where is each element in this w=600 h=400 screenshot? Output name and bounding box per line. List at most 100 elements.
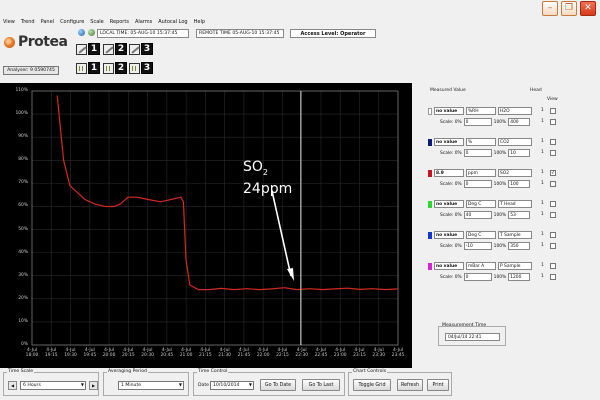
channel-view-checkbox[interactable]: [550, 139, 556, 145]
menu-alarms[interactable]: Alarms: [135, 19, 152, 25]
bar-layout-2-button[interactable]: 2: [103, 62, 127, 74]
channel-value: no value: [434, 231, 464, 239]
refresh-button[interactable]: Refresh: [397, 379, 423, 391]
print-button[interactable]: Print: [427, 379, 449, 391]
menu-help[interactable]: Help: [194, 19, 205, 25]
menu-scale[interactable]: Scale: [90, 19, 103, 25]
channel-value-row: 8.9 ppm SO2: [428, 169, 532, 177]
menu-trend[interactable]: Trend: [21, 19, 35, 25]
date-picker[interactable]: 10/10/2014 ▼: [210, 381, 254, 390]
channel-view-checkbox[interactable]: ✓: [550, 170, 556, 176]
time-scale-prev-button[interactable]: ◀: [8, 381, 17, 390]
channel-card: no value Deg CT Sample Scale: 0% -10 100% 350: [428, 231, 542, 258]
channel-name: P Sample: [498, 262, 532, 270]
scale-min-input[interactable]: 0: [463, 149, 492, 157]
minimize-button[interactable]: –: [542, 1, 558, 16]
head-header: Head: [530, 88, 542, 93]
channel-color-swatch: [428, 262, 432, 270]
channel-value: no value: [434, 200, 464, 208]
globe-icon[interactable]: [78, 29, 85, 36]
go-to-last-button[interactable]: Go To Last: [302, 379, 340, 391]
network-icon[interactable]: [88, 29, 95, 36]
menu-bar: View Trend Panel Configure Scale Reports…: [0, 18, 600, 26]
annotation-arrow-line: [271, 190, 292, 277]
toggle-grid-button[interactable]: Toggle Grid: [353, 379, 391, 391]
y-tick-label: 10%: [18, 318, 28, 324]
channel-head-number: 1: [541, 108, 544, 113]
bar-layout-3-button[interactable]: 3: [129, 62, 153, 74]
layout-number: 3: [141, 62, 153, 74]
scale-max-label: 100%: [493, 181, 507, 187]
date-value: 10/10/2014: [213, 383, 240, 388]
y-tick-label: 40%: [18, 249, 28, 255]
channel-color-swatch: [428, 200, 432, 208]
channel-view-checkbox[interactable]: [550, 274, 556, 280]
channel-card: no value% CO2 Scale: 0% 0 100% 10: [428, 138, 542, 165]
trend-chart[interactable]: 110% 100% 90% 80% 70% 60% 50% 40% 30% 20% 10% 0% 4-…: [0, 83, 412, 368]
scale-min-input[interactable]: 40: [463, 211, 492, 219]
layout-3-button[interactable]: 3: [129, 43, 153, 55]
analyser-button[interactable]: Analyser: 9 0590745: [3, 66, 59, 75]
go-to-date-button[interactable]: Go To Date: [260, 379, 296, 391]
channel-view-checkbox[interactable]: [550, 181, 556, 187]
chart-annotation: SO2 24ppm: [243, 159, 292, 197]
channel-head-number: 1: [541, 274, 544, 279]
channel-value: no value: [434, 107, 464, 115]
close-button[interactable]: ✕: [580, 1, 596, 16]
bar-layout-1-button[interactable]: 1: [76, 62, 100, 74]
menu-panel[interactable]: Panel: [41, 19, 55, 25]
scale-max-input[interactable]: 1200: [508, 273, 531, 281]
layout-2-button[interactable]: 2: [103, 43, 127, 55]
menu-configure[interactable]: Configure: [60, 19, 84, 25]
so2-series-line: [56, 95, 399, 291]
layout-number: 3: [141, 43, 153, 55]
channel-head-number: 1: [541, 181, 544, 186]
channel-scale-row: Scale: 0% 0 100% 10: [440, 149, 531, 157]
channel-view-checkbox[interactable]: [550, 263, 556, 269]
scale-min-input[interactable]: 0: [463, 118, 492, 126]
scale-max-input[interactable]: 400: [508, 118, 531, 126]
menu-view[interactable]: View: [3, 19, 15, 25]
y-tick-label: 20%: [18, 295, 28, 301]
channel-view-checkbox[interactable]: [550, 201, 556, 207]
channel-view-checkbox[interactable]: [550, 119, 556, 125]
scale-max-input[interactable]: 10: [508, 149, 531, 157]
layout-1-button[interactable]: 1: [76, 43, 100, 55]
time-control-label: Time Control: [197, 369, 229, 374]
channel-name: T Head: [498, 200, 532, 208]
scale-min-input[interactable]: 0: [463, 180, 492, 188]
remote-time-display: REMOTE TIME 05-AUG-10 15:37:45: [196, 29, 284, 38]
scale-max-label: 100%: [493, 243, 507, 249]
annotation-value: 24ppm: [243, 180, 293, 197]
local-time-display: LOCAL TIME: 05-AUG-10 15:37:45: [97, 29, 189, 38]
menu-reports[interactable]: Reports: [110, 19, 129, 25]
menu-autocal-log[interactable]: Autocal Log: [158, 19, 187, 25]
channel-value-row: no value Deg CT Sample: [428, 231, 532, 239]
channel-view-checkbox[interactable]: [550, 232, 556, 238]
measurement-time-label: Measurement Time: [442, 323, 487, 328]
restore-button[interactable]: ❐: [561, 1, 577, 16]
channel-head-number: 1: [541, 263, 544, 268]
time-scale-select[interactable]: 6 Hours ▼: [20, 381, 86, 390]
channel-view-checkbox[interactable]: [550, 150, 556, 156]
trend-layout-icon: [129, 43, 140, 55]
scale-max-input[interactable]: 350: [508, 242, 531, 250]
chart-controls-group: Chart Controls Toggle Grid Refresh Print: [348, 369, 452, 396]
channel-value-row: no value Deg CT Head: [428, 200, 532, 208]
channel-view-checkbox[interactable]: [550, 212, 556, 218]
channel-view-checkbox[interactable]: [550, 108, 556, 114]
averaging-period-select[interactable]: 1 Minute ▼: [118, 381, 184, 390]
channel-value: no value: [434, 262, 464, 270]
time-scale-next-button[interactable]: ▶: [89, 381, 98, 390]
scale-min-input[interactable]: 0: [463, 273, 492, 281]
y-tick-label: 70%: [18, 180, 28, 186]
scale-max-input[interactable]: 53: [508, 211, 531, 219]
channel-view-checkbox[interactable]: [550, 243, 556, 249]
channel-unit: mBar A: [466, 262, 496, 270]
time-control-group: Time Control Date 10/10/2014 ▼ Go To Dat…: [193, 369, 345, 396]
channel-unit: ppm: [466, 169, 496, 177]
channel-scale-row: Scale: 0% 0 100% 100: [440, 180, 531, 188]
scale-min-input[interactable]: -10: [463, 242, 492, 250]
channel-card: no value Deg CT Head Scale: 0% 40 100% 53: [428, 200, 542, 227]
scale-max-input[interactable]: 100: [508, 180, 531, 188]
